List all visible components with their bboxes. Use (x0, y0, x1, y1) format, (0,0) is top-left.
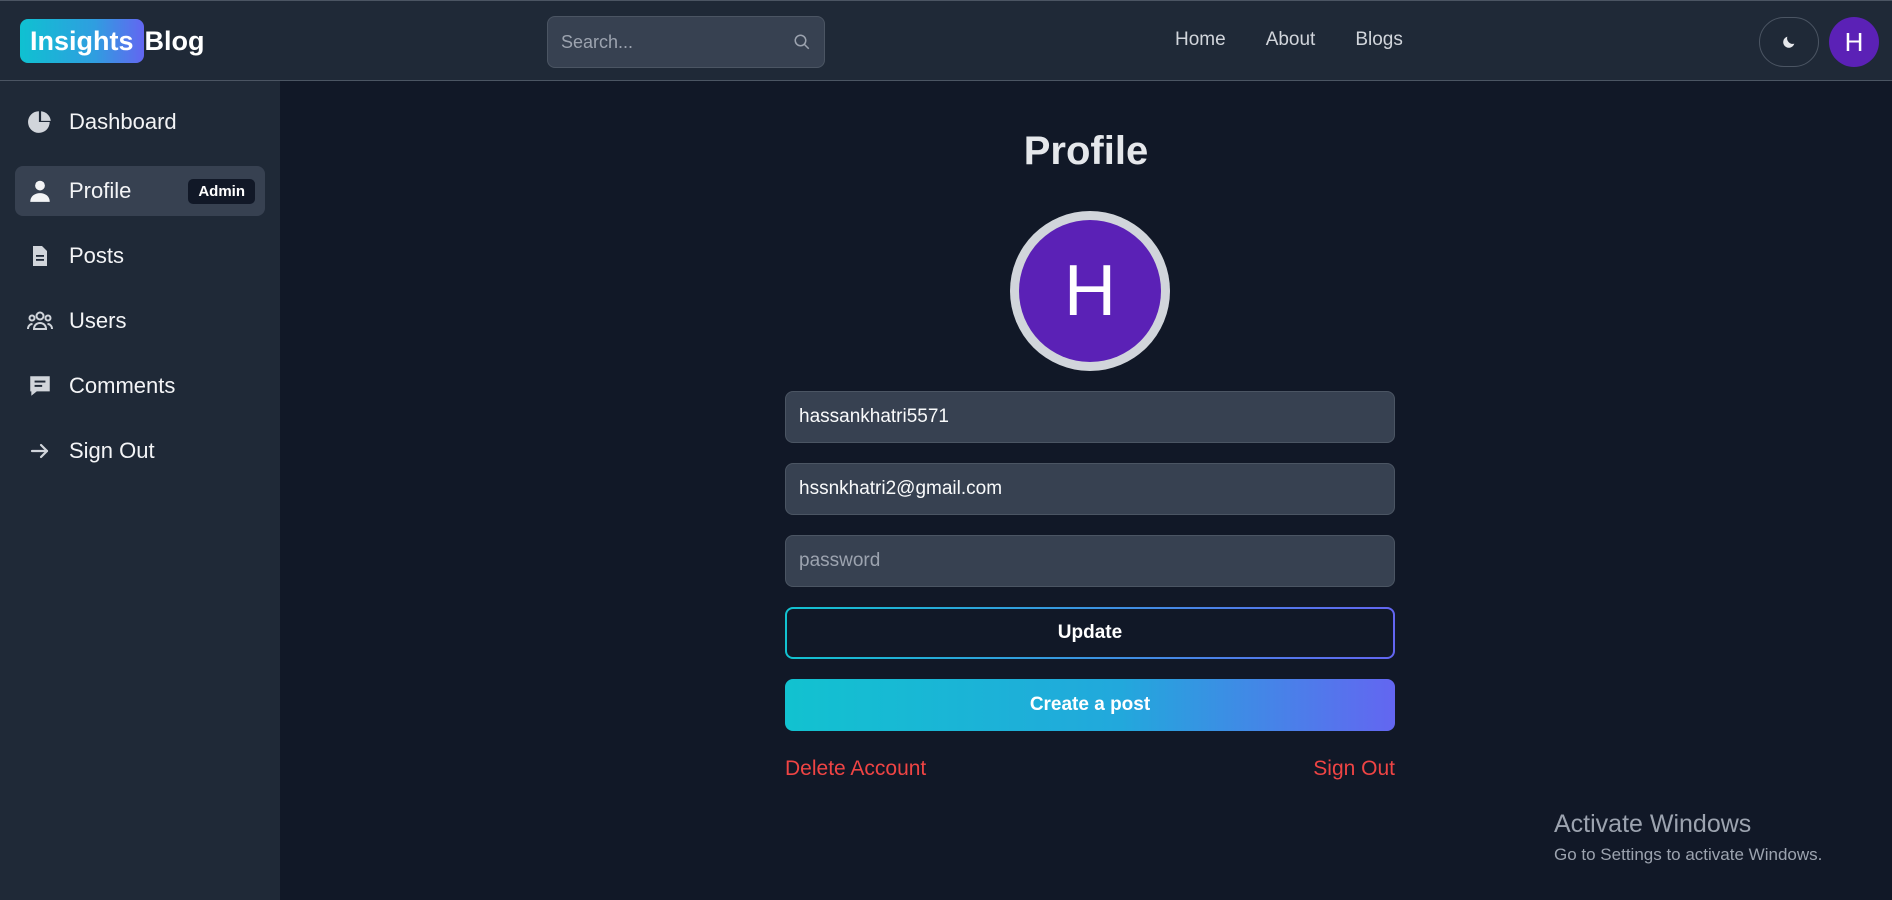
password-field[interactable] (799, 550, 1381, 572)
windows-activation-watermark: Activate Windows Go to Settings to activ… (1554, 810, 1822, 865)
sidebar-item-users[interactable]: Users (15, 296, 265, 346)
admin-badge: Admin (188, 178, 255, 204)
sidebar-item-dashboard[interactable]: Dashboard (15, 97, 265, 147)
moon-icon (1783, 36, 1795, 48)
watermark-subtitle: Go to Settings to activate Windows. (1554, 845, 1823, 864)
theme-toggle-button[interactable] (1759, 17, 1819, 67)
site-logo[interactable]: Insights Blog (20, 19, 205, 63)
sidebar-item-label: Sign Out (69, 438, 155, 463)
page-title: Profile (1023, 129, 1149, 173)
sidebar-item-label: Users (69, 308, 127, 333)
email-field[interactable] (799, 478, 1381, 500)
profile-avatar[interactable]: H (1010, 211, 1170, 371)
sidebar-item-profile[interactable]: Profile Admin (15, 166, 265, 216)
sidebar-item-sign-out[interactable]: Sign Out (15, 426, 265, 476)
delete-account-link[interactable]: Delete Account (785, 757, 926, 781)
logo-highlight: Insights (20, 19, 144, 63)
search-icon[interactable] (793, 31, 811, 53)
main-nav: Home About Blogs (1175, 29, 1403, 51)
sign-out-link[interactable]: Sign Out (1313, 757, 1395, 781)
nav-home-link[interactable]: Home (1175, 29, 1226, 51)
update-button-label: Update (787, 609, 1393, 657)
username-field[interactable] (799, 406, 1381, 428)
sidebar-item-label: Posts (69, 243, 125, 268)
update-button[interactable]: Update (785, 607, 1395, 659)
username-field-wrapper (785, 391, 1395, 443)
search-input[interactable] (561, 31, 793, 53)
pie-chart-icon (26, 108, 54, 136)
user-avatar-button[interactable]: H (1829, 17, 1879, 67)
profile-main: Profile H Update Create a post Delete Ac… (280, 81, 1892, 900)
top-navbar: Insights Blog Home About Blogs H (0, 0, 1892, 81)
watermark-title: Activate Windows (1554, 810, 1752, 838)
document-icon (26, 242, 54, 270)
email-field-wrapper (785, 463, 1395, 515)
sidebar-item-posts[interactable]: Posts (15, 231, 265, 281)
password-field-wrapper (785, 535, 1395, 587)
sidebar-item-comments[interactable]: Comments (15, 361, 265, 411)
sidebar-item-label: Dashboard (69, 109, 177, 134)
sidebar: Dashboard Profile Admin Posts Users Comm… (0, 81, 280, 900)
sidebar-item-label: Comments (69, 373, 176, 398)
search-box (547, 16, 825, 68)
arrow-right-icon (26, 437, 54, 465)
sidebar-item-label: Profile (69, 178, 132, 203)
logo-word: Blog (144, 25, 205, 56)
user-icon (26, 177, 54, 205)
create-post-button[interactable]: Create a post (785, 679, 1395, 731)
comment-icon (26, 372, 54, 400)
nav-blogs-link[interactable]: Blogs (1355, 29, 1403, 51)
nav-about-link[interactable]: About (1266, 29, 1316, 51)
users-icon (26, 307, 54, 335)
profile-avatar-initial: H (1019, 220, 1161, 362)
